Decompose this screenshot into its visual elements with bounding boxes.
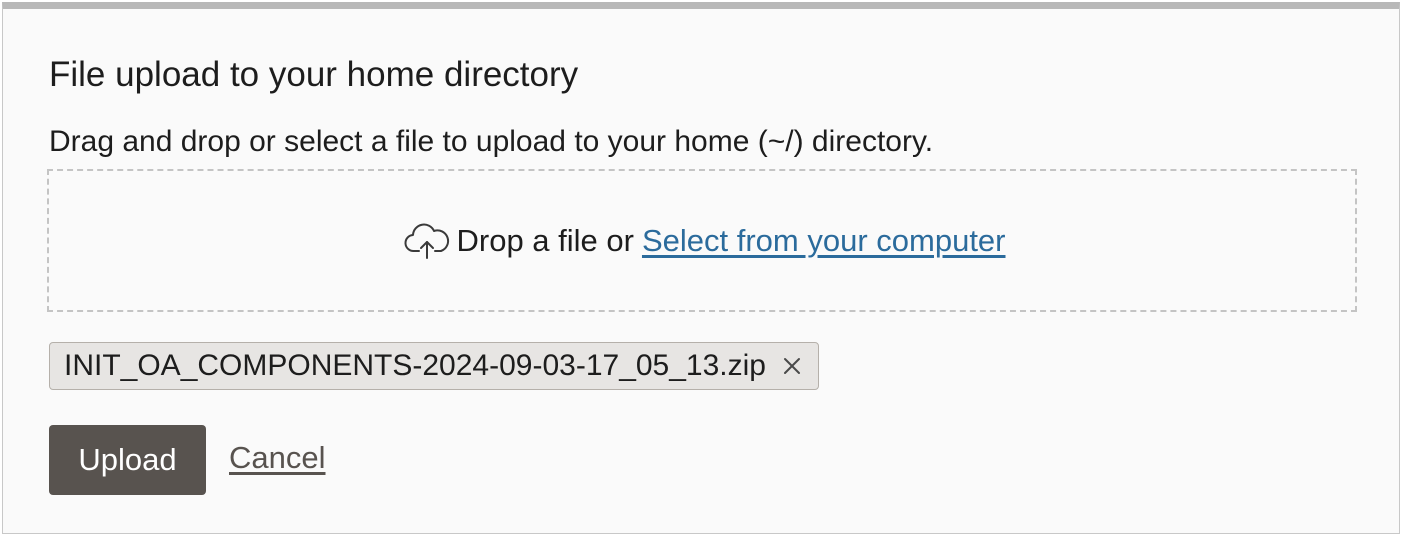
close-icon[interactable]	[780, 354, 804, 378]
file-drop-zone[interactable]: Drop a file or Select from your computer	[47, 169, 1357, 312]
upload-button[interactable]: Upload	[49, 425, 206, 495]
file-upload-dialog: File upload to your home directory Drag …	[2, 2, 1400, 534]
cloud-upload-icon	[403, 221, 451, 261]
selected-file-chip: INIT_OA_COMPONENTS-2024-09-03-17_05_13.z…	[49, 342, 819, 390]
dialog-description: Drag and drop or select a file to upload…	[49, 125, 934, 158]
cancel-link[interactable]: Cancel	[229, 440, 326, 476]
drop-zone-content: Drop a file or Select from your computer	[403, 221, 1006, 261]
drop-zone-text: Drop a file or	[456, 222, 634, 258]
dialog-title: File upload to your home directory	[49, 55, 579, 94]
selected-file-name: INIT_OA_COMPONENTS-2024-09-03-17_05_13.z…	[64, 349, 766, 382]
select-file-link[interactable]: Select from your computer	[642, 223, 1006, 259]
